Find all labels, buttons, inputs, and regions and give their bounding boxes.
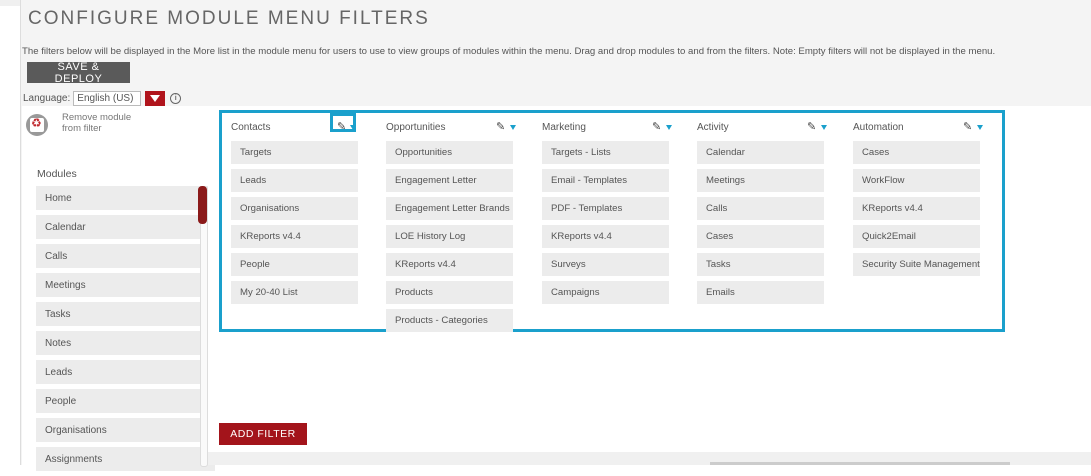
filter-name: Marketing <box>542 122 586 133</box>
filter-item[interactable]: Calls <box>697 197 824 220</box>
filter-item[interactable]: Meetings <box>697 169 824 192</box>
filter-item[interactable]: PDF - Templates <box>542 197 669 220</box>
filter-item[interactable]: Targets - Lists <box>542 141 669 164</box>
chevron-down-icon[interactable] <box>145 91 166 106</box>
filter-column-contacts: Contacts ✎ Targets Leads Organisations KRepor… <box>231 120 358 304</box>
filter-column-activity: Activity ✎ Calendar Meetings Calls Cases Tasks… <box>697 120 827 304</box>
page-title: CONFIGURE MODULE MENU FILTERS <box>28 8 430 29</box>
modules-heading: Modules <box>37 168 77 180</box>
filter-item[interactable]: Quick2Email <box>853 225 980 248</box>
filter-item[interactable]: Campaigns <box>542 281 669 304</box>
filter-name: Activity <box>697 122 729 133</box>
recycle-bin-icon[interactable] <box>26 114 48 136</box>
filter-item[interactable]: Security Suite Management <box>853 253 980 276</box>
language-select[interactable]: English (US) <box>73 91 142 106</box>
filter-header: Activity ✎ <box>697 120 827 136</box>
funnel-icon[interactable] <box>977 125 983 130</box>
filter-item[interactable]: KReports v4.4 <box>853 197 980 220</box>
filter-item[interactable]: My 20-40 List <box>231 281 358 304</box>
filter-column-opportunities: Opportunities ✎ Opportunities Engagement Le… <box>386 120 516 332</box>
filter-item[interactable]: KReports v4.4 <box>386 253 513 276</box>
filter-column-marketing: Marketing ✎ Targets - Lists Email - Templat… <box>542 120 672 304</box>
module-item[interactable]: Assignments <box>36 447 215 471</box>
filter-column-automation: Automation ✎ Cases WorkFlow KReports v4.4 Qui… <box>853 120 983 276</box>
filter-item[interactable]: Products - Categories <box>386 309 513 332</box>
filter-item[interactable]: Targets <box>231 141 358 164</box>
filter-item[interactable]: LOE History Log <box>386 225 513 248</box>
module-item[interactable]: Meetings <box>36 273 215 297</box>
filter-header: Opportunities ✎ <box>386 120 516 136</box>
filter-header: Marketing ✎ <box>542 120 672 136</box>
pencil-icon[interactable]: ✎ <box>807 120 816 133</box>
filter-item[interactable]: Email - Templates <box>542 169 669 192</box>
save-deploy-button[interactable]: SAVE & DEPLOY <box>27 61 130 85</box>
filter-item[interactable]: Cases <box>853 141 980 164</box>
scrollbar-track[interactable] <box>200 186 208 467</box>
filter-item[interactable]: KReports v4.4 <box>231 225 358 248</box>
filter-item[interactable]: Cases <box>697 225 824 248</box>
module-item[interactable]: Home <box>36 186 215 210</box>
filter-name: Automation <box>853 122 904 133</box>
filter-item[interactable]: Leads <box>231 169 358 192</box>
filter-item[interactable]: Engagement Letter Brands <box>386 197 513 220</box>
filter-item[interactable]: Opportunities <box>386 141 513 164</box>
module-item[interactable]: Organisations <box>36 418 215 442</box>
filter-item[interactable]: People <box>231 253 358 276</box>
funnel-icon[interactable] <box>510 125 516 130</box>
filter-item[interactable]: Organisations <box>231 197 358 220</box>
modules-panel: Remove module from filter Modules Home Ca… <box>22 106 215 471</box>
filter-item[interactable]: Calendar <box>697 141 824 164</box>
page-description: The filters below will be displayed in t… <box>22 46 996 57</box>
pencil-icon[interactable]: ✎ <box>652 120 661 133</box>
edit-highlight-box <box>330 113 356 132</box>
filter-item[interactable]: Products <box>386 281 513 304</box>
module-item[interactable]: Notes <box>36 331 215 355</box>
filter-header: Automation ✎ <box>853 120 983 136</box>
language-label: Language: <box>23 93 71 104</box>
module-item[interactable]: People <box>36 389 215 413</box>
remove-module-hint: Remove module from filter <box>62 112 132 134</box>
filter-item[interactable]: WorkFlow <box>853 169 980 192</box>
filter-name: Opportunities <box>386 122 446 133</box>
funnel-icon[interactable] <box>821 125 827 130</box>
pencil-icon[interactable]: ✎ <box>963 120 972 133</box>
filter-item[interactable]: KReports v4.4 <box>542 225 669 248</box>
module-item[interactable]: Calendar <box>36 215 215 239</box>
module-list: Home Calendar Calls Meetings Tasks Notes Leads… <box>36 186 215 476</box>
pencil-icon[interactable]: ✎ <box>496 120 505 133</box>
info-icon[interactable]: i <box>170 93 182 104</box>
filter-name: Contacts <box>231 122 271 133</box>
module-item[interactable]: Tasks <box>36 302 215 326</box>
filter-item[interactable]: Surveys <box>542 253 669 276</box>
module-item[interactable]: Calls <box>36 244 215 268</box>
add-filter-button[interactable]: ADD FILTER <box>219 423 307 445</box>
filter-item[interactable]: Emails <box>697 281 824 304</box>
filter-item[interactable]: Engagement Letter <box>386 169 513 192</box>
language-row: Language: English (US) i <box>23 91 182 106</box>
filter-item[interactable]: Tasks <box>697 253 824 276</box>
scrollbar-thumb[interactable] <box>198 186 207 224</box>
funnel-icon[interactable] <box>666 125 672 130</box>
module-item[interactable]: Leads <box>36 360 215 384</box>
